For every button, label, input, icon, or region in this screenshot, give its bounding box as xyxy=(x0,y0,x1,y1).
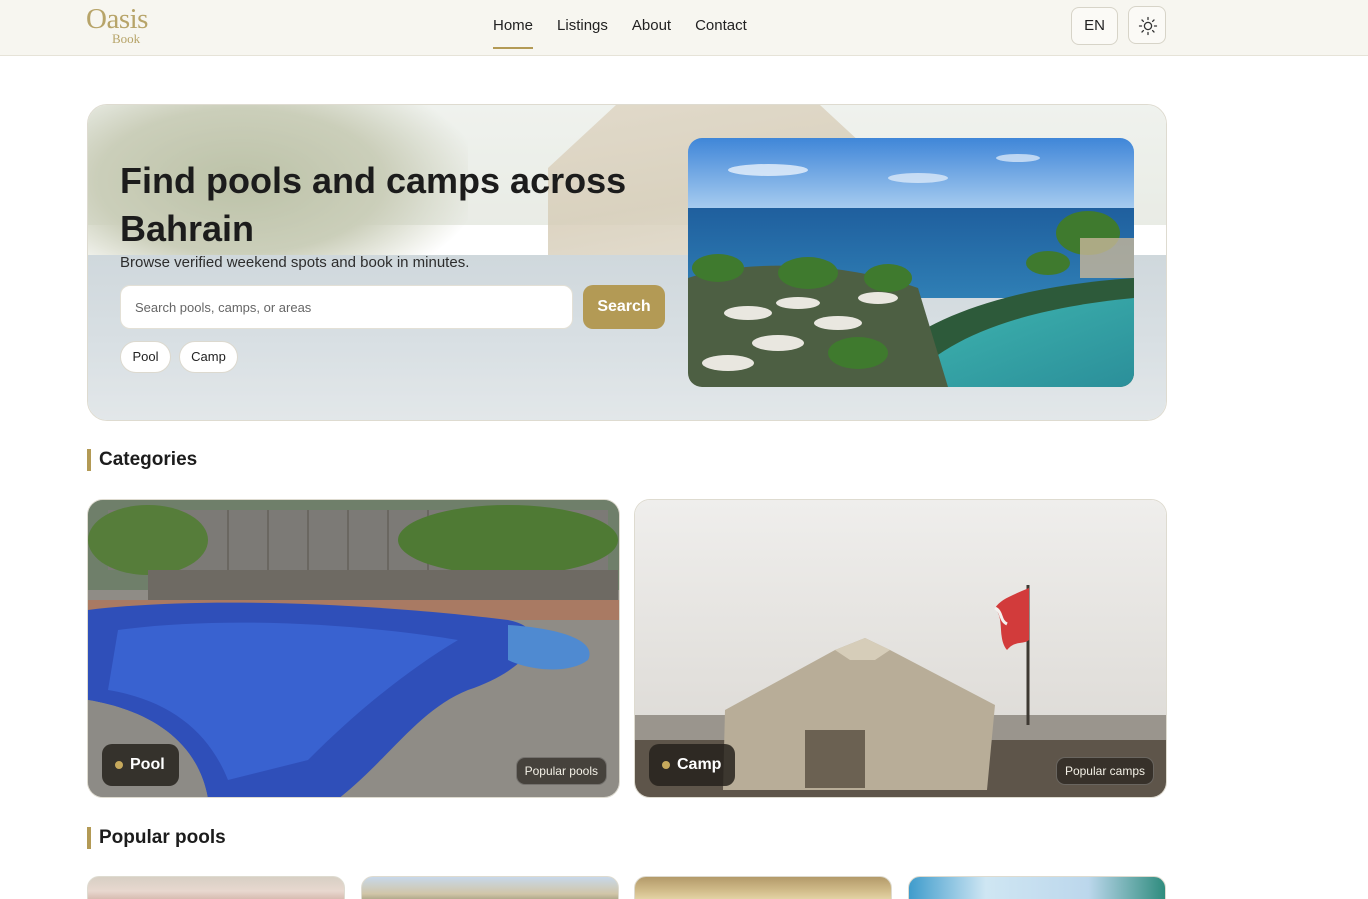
category-label-pool: Pool xyxy=(130,756,165,773)
search-button[interactable]: Search xyxy=(583,285,665,329)
nav-listings[interactable]: Listings xyxy=(557,0,608,56)
site-header: Oasis Book Home Listings About Contact E… xyxy=(0,0,1368,56)
filter-chip-camp[interactable]: Camp xyxy=(179,341,238,373)
categories-heading: Categories xyxy=(87,449,197,471)
nav-contact[interactable]: Contact xyxy=(695,0,747,56)
theme-toggle-button[interactable] xyxy=(1128,6,1166,44)
filter-chip-pool[interactable]: Pool xyxy=(120,341,171,373)
main-nav: Home Listings About Contact xyxy=(493,0,747,56)
badge-dot-icon xyxy=(115,761,123,769)
hero-resort-image xyxy=(688,138,1134,387)
category-card-camp[interactable]: Camp Popular camps xyxy=(634,499,1167,798)
hero-subtitle: Browse verified weekend spots and book i… xyxy=(120,254,470,271)
popular-pool-card[interactable] xyxy=(361,876,619,899)
language-button[interactable]: EN xyxy=(1071,7,1118,45)
search-input[interactable] xyxy=(120,285,573,329)
category-badge-pool: Pool xyxy=(102,744,179,786)
logo-sub-text: Book xyxy=(112,31,141,46)
hero-title: Find pools and camps across Bahrain xyxy=(120,160,627,249)
category-label-camp: Camp xyxy=(677,756,722,773)
badge-dot-icon xyxy=(662,761,670,769)
category-tag-camp: Popular camps xyxy=(1055,757,1154,785)
popular-pool-card[interactable] xyxy=(908,876,1166,899)
nav-home[interactable]: Home xyxy=(493,0,534,56)
brand-logo[interactable]: Oasis Book xyxy=(86,4,166,48)
sun-icon xyxy=(1138,16,1158,36)
category-card-pool[interactable]: Pool Popular pools xyxy=(87,499,620,798)
logo-main-text: Oasis xyxy=(86,3,148,35)
hero-section: Find pools and camps across Bahrain Brow… xyxy=(87,104,1167,421)
popular-pool-card[interactable] xyxy=(87,876,345,899)
popular-pools-heading: Popular pools xyxy=(87,827,226,849)
category-tag-pool: Popular pools xyxy=(515,757,607,785)
popular-pool-card[interactable] xyxy=(634,876,892,899)
nav-about[interactable]: About xyxy=(632,0,671,56)
category-badge-camp: Camp xyxy=(649,744,736,786)
